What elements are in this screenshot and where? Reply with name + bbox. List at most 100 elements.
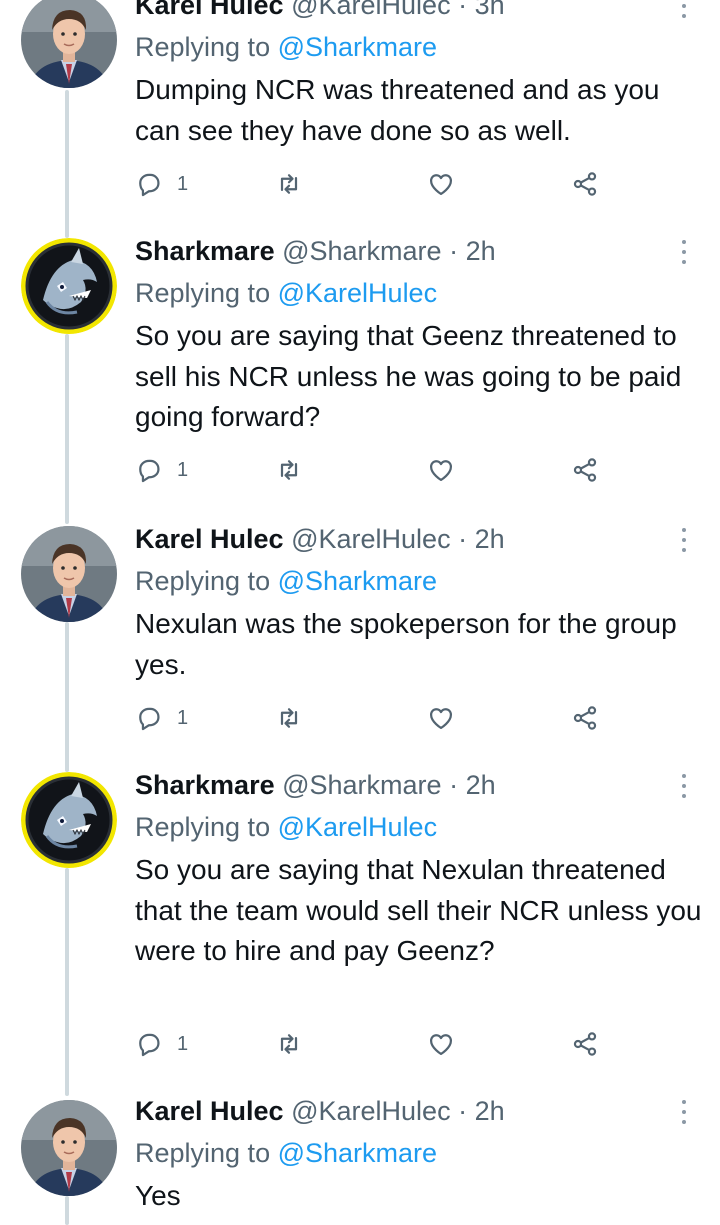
- avatar[interactable]: [21, 0, 117, 88]
- retweet-icon: [280, 174, 298, 194]
- tweet-text: Nexulan was the spokeperson for the grou…: [135, 608, 677, 680]
- share-icon: [573, 458, 597, 482]
- author-name[interactable]: Sharkmare: [135, 770, 275, 800]
- author-handle[interactable]: @Sharkmare: [282, 770, 441, 800]
- tweet-header: Sharkmare @Sharkmare · 2h: [135, 234, 496, 268]
- reply-count: 1: [177, 707, 189, 729]
- comment-bubble-icon: [139, 459, 160, 483]
- like-button[interactable]: [427, 700, 463, 736]
- tweet-header: Karel Hulec @KarelHulec · 2h: [135, 522, 505, 556]
- retweet-button[interactable]: [275, 452, 311, 488]
- heart-icon: [429, 708, 453, 730]
- tweet-time[interactable]: 2h: [466, 770, 496, 800]
- tweet-actions: 1: [135, 452, 615, 488]
- tweet-actions: 1: [135, 1026, 615, 1062]
- man-portrait-avatar: [21, 526, 117, 622]
- replying-to-line: Replying to @KarelHulec: [135, 276, 437, 310]
- replying-to-mention[interactable]: @Sharkmare: [278, 32, 437, 62]
- author-name[interactable]: Sharkmare: [135, 236, 275, 266]
- tweet-actions: 1: [135, 166, 615, 202]
- author-name[interactable]: Karel Hulec: [135, 524, 284, 554]
- share-icon: [573, 1032, 597, 1056]
- author-handle[interactable]: @Sharkmare: [282, 236, 441, 266]
- separator-dot: ·: [449, 770, 459, 800]
- author-handle[interactable]: @KarelHulec: [291, 0, 450, 20]
- replying-to-mention[interactable]: @Sharkmare: [278, 1138, 437, 1168]
- more-vertical-icon[interactable]: [672, 0, 696, 20]
- shark-yellow-ring-avatar: [21, 772, 117, 868]
- more-vertical-icon[interactable]: [672, 772, 696, 800]
- replying-to-mention[interactable]: @KarelHulec: [278, 278, 437, 308]
- replying-to-label: Replying to: [135, 278, 271, 308]
- replying-to-label: Replying to: [135, 1138, 271, 1168]
- thread-connector: [65, 334, 69, 524]
- share-button[interactable]: [571, 452, 607, 488]
- replying-to-line: Replying to @Sharkmare: [135, 564, 437, 598]
- tweet-actions: 1: [135, 700, 615, 736]
- tweet-time[interactable]: 3h: [475, 0, 505, 20]
- tweet-time[interactable]: 2h: [475, 524, 505, 554]
- avatar[interactable]: [21, 526, 117, 622]
- avatar[interactable]: [21, 772, 117, 868]
- heart-icon: [429, 174, 453, 196]
- retweet-icon: [280, 1034, 298, 1054]
- heart-icon: [429, 1034, 453, 1056]
- share-icon: [573, 172, 597, 196]
- retweet-button[interactable]: [275, 166, 311, 202]
- replying-to-line: Replying to @Sharkmare: [135, 1136, 437, 1170]
- thread-connector: [65, 622, 69, 772]
- reply-button[interactable]: 1: [135, 166, 205, 202]
- retweet-icon: [280, 460, 298, 480]
- tweet-text: Dumping NCR was threatened and as you ca…: [135, 74, 660, 146]
- tweet-header: Karel Hulec @KarelHulec · 3h: [135, 0, 505, 22]
- tweet-header: Karel Hulec @KarelHulec · 2h: [135, 1094, 505, 1128]
- man-portrait-avatar: [21, 0, 117, 88]
- reply-button[interactable]: 1: [135, 1026, 205, 1062]
- reply-button[interactable]: 1: [135, 452, 205, 488]
- thread-connector: [65, 868, 69, 1096]
- reply-count: 1: [177, 459, 189, 481]
- replying-to-mention[interactable]: @Sharkmare: [278, 566, 437, 596]
- separator-dot: ·: [449, 236, 459, 266]
- like-button[interactable]: [427, 452, 463, 488]
- retweet-button[interactable]: [275, 1026, 311, 1062]
- tweet-text: Yes: [135, 1180, 181, 1211]
- replying-to-label: Replying to: [135, 812, 271, 842]
- share-icon: [573, 706, 597, 730]
- tweet-text: So you are saying that Geenz threatened …: [135, 320, 682, 432]
- author-handle[interactable]: @KarelHulec: [291, 524, 450, 554]
- tweet-text: So you are saying that Nexulan threatene…: [135, 854, 702, 966]
- thread-connector: [65, 90, 69, 238]
- more-vertical-icon[interactable]: [672, 1098, 696, 1126]
- like-button[interactable]: [427, 1026, 463, 1062]
- comment-bubble-icon: [139, 707, 160, 731]
- share-button[interactable]: [571, 166, 607, 202]
- share-button[interactable]: [571, 700, 607, 736]
- author-name[interactable]: Karel Hulec: [135, 1096, 284, 1126]
- author-handle[interactable]: @KarelHulec: [291, 1096, 450, 1126]
- avatar[interactable]: [21, 1100, 117, 1196]
- reply-button[interactable]: 1: [135, 700, 205, 736]
- tweet-header: Sharkmare @Sharkmare · 2h: [135, 768, 496, 802]
- shark-yellow-ring-avatar: [21, 238, 117, 334]
- reply-count: 1: [177, 1033, 189, 1055]
- retweet-icon: [280, 708, 298, 728]
- comment-bubble-icon: [139, 173, 160, 197]
- tweet-time[interactable]: 2h: [475, 1096, 505, 1126]
- tweet-time[interactable]: 2h: [466, 236, 496, 266]
- share-button[interactable]: [571, 1026, 607, 1062]
- more-vertical-icon[interactable]: [672, 238, 696, 266]
- avatar[interactable]: [21, 238, 117, 334]
- man-portrait-avatar: [21, 1100, 117, 1196]
- separator-dot: ·: [458, 1096, 468, 1126]
- replying-to-line: Replying to @KarelHulec: [135, 810, 437, 844]
- author-name[interactable]: Karel Hulec: [135, 0, 284, 20]
- heart-icon: [429, 460, 453, 482]
- more-vertical-icon[interactable]: [672, 526, 696, 554]
- tweet-thread: Karel Hulec @KarelHulec · 3h Replying to…: [0, 0, 720, 1225]
- retweet-button[interactable]: [275, 700, 311, 736]
- replying-to-line: Replying to @Sharkmare: [135, 30, 437, 64]
- replying-to-label: Replying to: [135, 32, 271, 62]
- like-button[interactable]: [427, 166, 463, 202]
- replying-to-mention[interactable]: @KarelHulec: [278, 812, 437, 842]
